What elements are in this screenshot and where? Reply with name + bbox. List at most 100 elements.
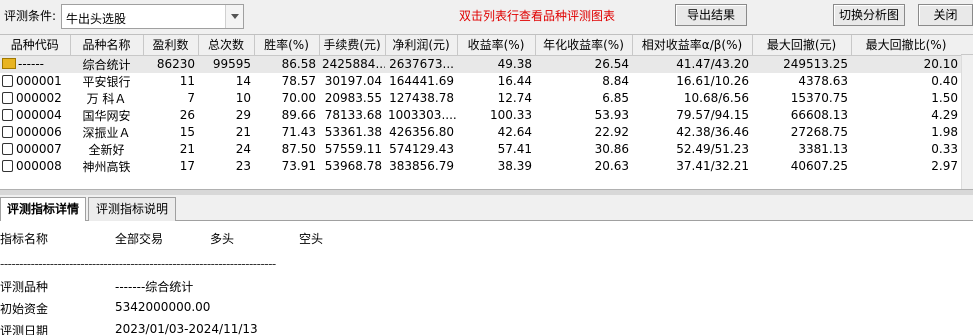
tab-indicator-description[interactable]: 评测指标说明 — [88, 197, 176, 221]
cell-max-drawdown: 3381.13 — [798, 142, 848, 156]
cell-total: 24 — [235, 142, 251, 156]
detail-label: 初始资金 — [0, 302, 49, 316]
cell-relative-return: 16.61/10.26 — [676, 74, 749, 88]
chevron-down-icon[interactable] — [225, 5, 243, 28]
cell-fee: 78133.68 — [324, 108, 382, 122]
cell-annual-return: 20.63 — [594, 159, 629, 173]
detail-header-indicator: 指标名称 — [0, 232, 49, 246]
detail-header-long: 多头 — [210, 232, 235, 246]
cell-return: 100.33 — [490, 108, 532, 122]
cell-annual-return: 26.54 — [535, 55, 632, 73]
switch-chart-button[interactable]: 切换分析图 — [833, 4, 905, 26]
document-icon — [2, 143, 13, 155]
cell-wins: 15 — [179, 125, 195, 139]
table-row[interactable]: 000006 深振业Ａ 15 21 71.43 53361.38 426356.… — [0, 124, 961, 141]
cell-max-drawdown: 249513.25 — [752, 55, 851, 73]
cell-relative-return: 52.49/51.23 — [676, 142, 749, 156]
cell-max-drawdown: 27268.75 — [790, 125, 848, 139]
detail-label: 评测日期 — [0, 324, 49, 335]
cell-annual-return: 53.93 — [594, 108, 629, 122]
cell-total: 23 — [235, 159, 251, 173]
cell-name: 全新好 — [88, 142, 125, 157]
detail-tabs: 评测指标详情 评测指标说明 — [0, 195, 973, 222]
detail-value: 5342000000.00 — [115, 300, 211, 314]
condition-label: 评测条件: — [4, 9, 57, 23]
condition-value: 牛出头选股 — [66, 12, 127, 26]
tab-indicator-details[interactable]: 评测指标详情 — [0, 197, 86, 222]
cell-code: 000001 — [16, 74, 62, 88]
cell-wins: 86230 — [143, 55, 198, 73]
table-row-summary[interactable]: ------ 综合统计 86230 99595 86.58 2425884...… — [0, 55, 961, 73]
table-row[interactable]: 000007 全新好 21 24 87.50 57559.11 574129.4… — [0, 141, 961, 158]
cell-relative-return: 42.38/36.46 — [676, 125, 749, 139]
cell-max-drawdown: 66608.13 — [790, 108, 848, 122]
document-icon — [2, 92, 13, 104]
cell-netprofit: 164441.69 — [389, 74, 454, 88]
result-table: 品种代码 品种名称 盈利数 总次数 胜率(%) 手续费(元) 净利润(元) 收益… — [0, 35, 962, 175]
cell-return: 12.74 — [497, 91, 532, 105]
export-button[interactable]: 导出结果 — [675, 4, 747, 26]
table-header-row: 品种代码 品种名称 盈利数 总次数 胜率(%) 手续费(元) 净利润(元) 收益… — [0, 35, 962, 56]
cell-total: 29 — [235, 108, 251, 122]
col-header-name[interactable]: 品种名称 — [70, 35, 144, 56]
cell-code: 000008 — [16, 159, 62, 173]
cell-max-drawdown-ratio: 2.97 — [931, 159, 958, 173]
cell-total: 21 — [235, 125, 251, 139]
cell-annual-return: 6.85 — [602, 91, 629, 105]
table-row[interactable]: 000008 神州高铁 17 23 73.91 53968.78 383856.… — [0, 158, 961, 175]
table-row[interactable]: 000002 万 科Ａ 7 10 70.00 20983.55 127438.7… — [0, 90, 961, 107]
detail-value: -------综合统计 — [115, 280, 194, 294]
cell-annual-return: 30.86 — [594, 142, 629, 156]
cell-total: 14 — [235, 74, 251, 88]
col-header-wins[interactable]: 盈利数 — [143, 35, 199, 56]
cell-return: 38.39 — [497, 159, 532, 173]
table-vertical-scrollbar[interactable] — [961, 55, 973, 189]
table-row[interactable]: 000004 国华网安 26 29 89.66 78133.68 1003303… — [0, 107, 961, 124]
detail-header-short: 空头 — [299, 232, 324, 246]
result-table-panel: 品种代码 品种名称 盈利数 总次数 胜率(%) 手续费(元) 净利润(元) 收益… — [0, 34, 973, 189]
cell-wins: 21 — [179, 142, 195, 156]
cell-wins: 26 — [179, 108, 195, 122]
detail-divider: ----------------------------------------… — [0, 257, 276, 271]
indicator-detail-panel: 指标名称 全部交易 多头 空头 ------------------------… — [0, 221, 973, 335]
cell-max-drawdown: 40607.25 — [790, 159, 848, 173]
cell-netprofit: 2637673... — [385, 55, 457, 73]
cell-code: 000007 — [16, 142, 62, 156]
cell-fee: 53361.38 — [324, 125, 382, 139]
cell-winrate: 73.91 — [281, 159, 316, 173]
col-header-total[interactable]: 总次数 — [198, 35, 255, 56]
close-button[interactable]: 关闭 — [918, 4, 973, 26]
document-icon — [2, 75, 13, 87]
table-row[interactable]: 000001 平安银行 11 14 78.57 30197.04 164441.… — [0, 73, 961, 90]
document-icon — [2, 160, 13, 172]
col-header-winrate[interactable]: 胜率(%) — [254, 35, 320, 56]
cell-fee: 2425884... — [319, 55, 385, 73]
toolbar: 评测条件: 牛出头选股 双击列表行查看品种评测图表 导出结果 切换分析图 关闭 — [0, 0, 973, 34]
cell-netprofit: 383856.79 — [389, 159, 454, 173]
cell-max-drawdown-ratio: 1.50 — [931, 91, 958, 105]
col-header-annual-return[interactable]: 年化收益率(%) — [535, 35, 633, 56]
cell-return: 49.38 — [457, 55, 535, 73]
cell-code: 000002 — [16, 91, 62, 105]
cell-name: 平安银行 — [82, 74, 131, 89]
condition-select[interactable]: 牛出头选股 — [61, 4, 244, 29]
col-header-relative-return[interactable]: 相对收益率α/β(%) — [632, 35, 753, 56]
cell-winrate: 71.43 — [281, 125, 316, 139]
cell-netprofit: 127438.78 — [389, 91, 454, 105]
cell-fee: 30197.04 — [324, 74, 382, 88]
col-header-fee[interactable]: 手续费(元) — [319, 35, 386, 56]
cell-relative-return: 79.57/94.15 — [676, 108, 749, 122]
cell-winrate: 86.58 — [254, 55, 319, 73]
col-header-code[interactable]: 品种代码 — [0, 35, 71, 56]
col-header-return[interactable]: 收益率(%) — [457, 35, 536, 56]
cell-max-drawdown-ratio: 0.33 — [931, 142, 958, 156]
cell-relative-return: 10.68/6.56 — [683, 91, 749, 105]
col-header-max-drawdown-ratio[interactable]: 最大回撤比(%) — [851, 35, 962, 56]
col-header-max-drawdown[interactable]: 最大回撤(元) — [752, 35, 852, 56]
detail-label: 评测品种 — [0, 280, 49, 294]
col-header-netprofit[interactable]: 净利润(元) — [385, 35, 458, 56]
document-icon — [2, 109, 13, 121]
cell-netprofit: 1003303.... — [388, 108, 457, 122]
cell-name: 万 科Ａ — [86, 91, 127, 106]
cell-name: 深振业Ａ — [82, 125, 131, 140]
